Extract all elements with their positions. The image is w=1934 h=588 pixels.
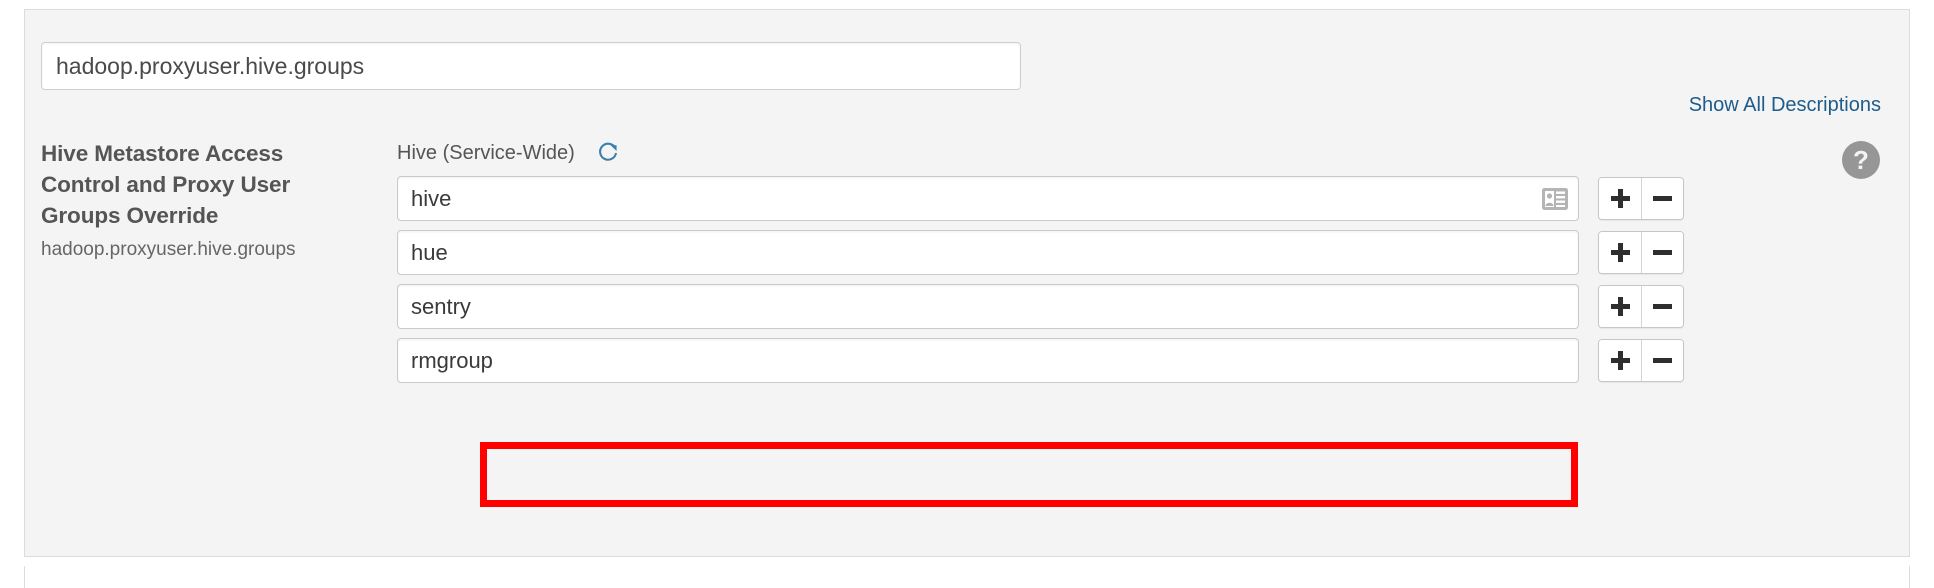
property-block: Hive Metastore Access Control and Proxy … [41,138,1909,556]
add-value-button[interactable] [1599,286,1641,327]
property-value-input-1[interactable] [397,230,1579,275]
plus-icon [1610,189,1630,208]
property-value-input-wrap [397,176,1579,221]
property-value-row-1 [397,230,1813,275]
remove-value-button[interactable] [1641,232,1683,273]
property-key: hadoop.proxyuser.hive.groups [41,239,296,260]
property-value-input-2[interactable] [397,284,1579,329]
add-value-button[interactable] [1599,232,1641,273]
property-fields-column: Hive (Service-Wide) [397,138,1813,392]
plus-icon [1610,351,1630,370]
property-value-row-2 [397,284,1813,329]
contact-card-icon[interactable] [1542,187,1568,210]
property-value-input-0[interactable] [397,176,1579,221]
property-value-row-3 [397,338,1813,383]
property-label-column: Hive Metastore Access Control and Proxy … [41,138,361,262]
page-footer-strip [24,566,1910,588]
configuration-panel: Show All Descriptions ? Hive Metastore A… [24,9,1910,557]
add-remove-button-group [1598,339,1684,382]
plus-icon [1610,297,1630,316]
show-all-descriptions-link[interactable]: Show All Descriptions [1689,94,1881,117]
minus-icon [1653,196,1672,201]
property-value-list [397,176,1813,383]
property-value-input-wrap [397,338,1579,383]
property-title: Hive Metastore Access Control and Proxy … [41,141,291,228]
search-input[interactable] [41,42,1021,90]
property-value-input-wrap [397,230,1579,275]
minus-icon [1653,358,1672,363]
remove-value-button[interactable] [1641,178,1683,219]
add-remove-button-group [1598,177,1684,220]
plus-icon [1610,243,1630,262]
property-value-row-0 [397,176,1813,221]
scope-label: Hive (Service-Wide) [397,141,575,164]
minus-icon [1653,304,1672,309]
add-value-button[interactable] [1599,340,1641,381]
property-value-input-wrap [397,284,1579,329]
add-value-button[interactable] [1599,178,1641,219]
search-row [41,42,1021,90]
add-remove-button-group [1598,231,1684,274]
minus-icon [1653,250,1672,255]
property-value-input-3[interactable] [397,338,1579,383]
remove-value-button[interactable] [1641,286,1683,327]
remove-value-button[interactable] [1641,340,1683,381]
add-remove-button-group [1598,285,1684,328]
scope-row: Hive (Service-Wide) [397,138,1813,168]
refresh-icon[interactable] [597,142,619,164]
